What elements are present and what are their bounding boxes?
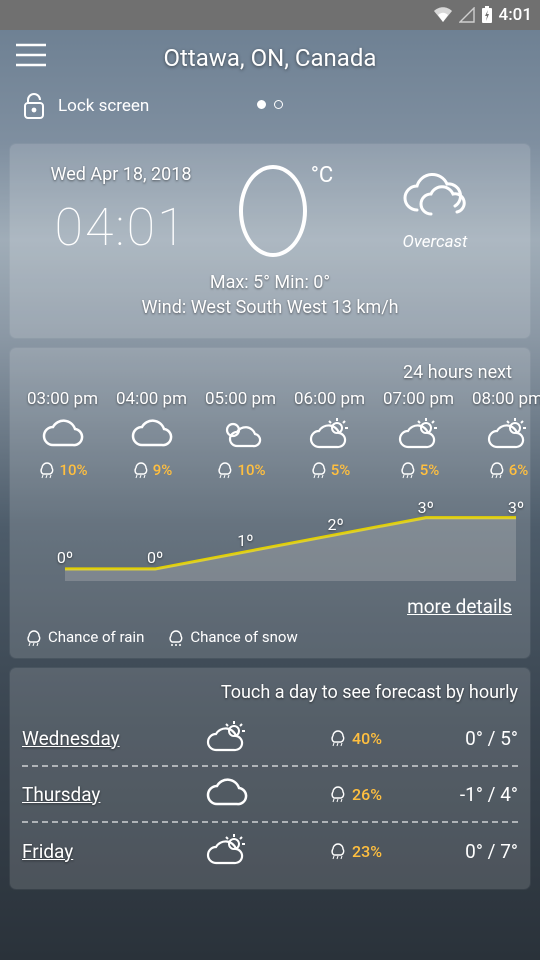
daily-row[interactable]: Friday 23%0° / 7° xyxy=(22,823,518,879)
partly-sunny-icon xyxy=(485,415,531,455)
hourly-time: 07:00 pm xyxy=(383,389,454,409)
menu-button[interactable] xyxy=(14,42,48,70)
hourly-precip: 5% xyxy=(398,461,440,479)
daily-row[interactable]: Thursday 26%-1° / 4° xyxy=(22,767,518,823)
hourly-precip: 6% xyxy=(487,461,529,479)
hourly-time: 05:00 pm xyxy=(205,389,276,409)
daily-precip: 23% xyxy=(282,842,382,861)
chart-temp-label: 0º xyxy=(147,548,163,567)
battery-charging-icon xyxy=(481,6,493,24)
hourly-temp-chart: 0º0º1º2º3º3º xyxy=(24,489,516,579)
wind-label: Wind: West South West 13 km/h xyxy=(26,297,514,318)
hourly-time: 08:00 pm xyxy=(472,389,540,409)
status-time: 4:01 xyxy=(499,5,532,25)
hourly-col[interactable]: 05:00 pm 10% xyxy=(196,389,285,479)
temp-unit: °C xyxy=(311,163,334,188)
daily-row[interactable]: Wednesday 40%0° / 5° xyxy=(22,711,518,767)
hourly-col[interactable]: 06:00 pm 5% xyxy=(285,389,374,479)
condition-label: Overcast xyxy=(356,232,514,252)
hamburger-icon xyxy=(14,42,48,68)
app-header: Ottawa, ON, Canada xyxy=(0,30,540,86)
page-dot-1 xyxy=(274,100,283,109)
lock-screen-label: Lock screen xyxy=(58,96,149,116)
chart-temp-label: 3º xyxy=(418,498,434,517)
hourly-col[interactable]: 07:00 pm 5% xyxy=(374,389,463,479)
partly-sunny-icon xyxy=(396,415,442,455)
hourly-precip: 9% xyxy=(131,461,173,479)
current-date: Wed Apr 18, 2018 xyxy=(26,164,216,185)
chart-temp-label: 2º xyxy=(327,515,343,534)
page-dot-0 xyxy=(257,100,266,109)
daily-day: Friday xyxy=(22,840,172,863)
partly-sunny-icon xyxy=(172,720,282,756)
chart-temp-label: 1º xyxy=(237,531,253,550)
cell-icon xyxy=(459,7,475,23)
hourly-time: 04:00 pm xyxy=(116,389,187,409)
subheader: Lock screen xyxy=(0,86,540,134)
rain-chance-icon xyxy=(24,628,42,646)
status-bar: 4:01 xyxy=(0,0,540,30)
page-indicator[interactable] xyxy=(257,100,283,109)
snow-chance-icon xyxy=(166,628,184,646)
daily-forecast-card[interactable]: Touch a day to see forecast by hourly We… xyxy=(10,668,530,889)
minmax-label: Max: 5° Min: 0° xyxy=(26,272,514,293)
daily-precip: 40% xyxy=(282,729,382,748)
daily-temps: -1° / 4° xyxy=(382,783,518,806)
hourly-precip: 5% xyxy=(309,461,351,479)
daily-precip: 26% xyxy=(282,785,382,804)
hourly-precip: 10% xyxy=(215,461,265,479)
hourly-title: 24 hours next xyxy=(18,362,522,383)
daily-title: Touch a day to see forecast by hourly xyxy=(22,682,518,703)
partly-sunny-icon xyxy=(172,833,282,869)
wifi-icon xyxy=(433,7,453,23)
page-title: Ottawa, ON, Canada xyxy=(164,44,377,72)
hourly-time: 06:00 pm xyxy=(294,389,365,409)
current-weather-card[interactable]: Wed Apr 18, 2018 04:01 °C Overcast Max: … xyxy=(10,144,530,338)
more-details-link[interactable]: more details xyxy=(18,595,522,618)
partly-sunny-icon xyxy=(307,415,353,455)
unlock-icon xyxy=(22,92,46,120)
hourly-forecast-card[interactable]: 24 hours next 03:00 pm 10% 04:00 pm 9% 05:00… xyxy=(10,348,530,658)
legend-snow-label: Chance of snow xyxy=(190,628,297,646)
temp-value-icon xyxy=(239,165,307,257)
lock-screen-button[interactable]: Lock screen xyxy=(22,92,149,120)
hourly-col[interactable]: 08:00 pm 6% xyxy=(463,389,540,479)
more-details-label: more details xyxy=(407,595,512,618)
hourly-precip: 10% xyxy=(37,461,87,479)
daily-temps: 0° / 7° xyxy=(382,840,518,863)
hourly-time: 03:00 pm xyxy=(27,389,98,409)
current-temperature: °C xyxy=(226,165,346,257)
chart-temp-label: 3º xyxy=(508,498,524,517)
legend-rain-label: Chance of rain xyxy=(48,628,144,646)
cloud-icon xyxy=(130,415,174,455)
hourly-col[interactable]: 03:00 pm 10% xyxy=(18,389,107,479)
hourly-legend: Chance of rain Chance of snow xyxy=(18,628,522,646)
chart-temp-label: 0º xyxy=(57,548,73,567)
hourly-row[interactable]: 03:00 pm 10% 04:00 pm 9% 05:00 pm 10% 06:00 pm… xyxy=(18,389,522,479)
hourly-col[interactable]: 04:00 pm 9% xyxy=(107,389,196,479)
overcast-icon xyxy=(397,170,473,220)
current-time: 04:01 xyxy=(26,197,216,258)
cloud-icon xyxy=(41,415,85,455)
daily-day: Wednesday xyxy=(22,727,172,750)
cloud-icon xyxy=(172,778,282,810)
daily-temps: 0° / 5° xyxy=(382,727,518,750)
partly-cloudy-icon xyxy=(219,415,263,455)
daily-day: Thursday xyxy=(22,783,172,806)
